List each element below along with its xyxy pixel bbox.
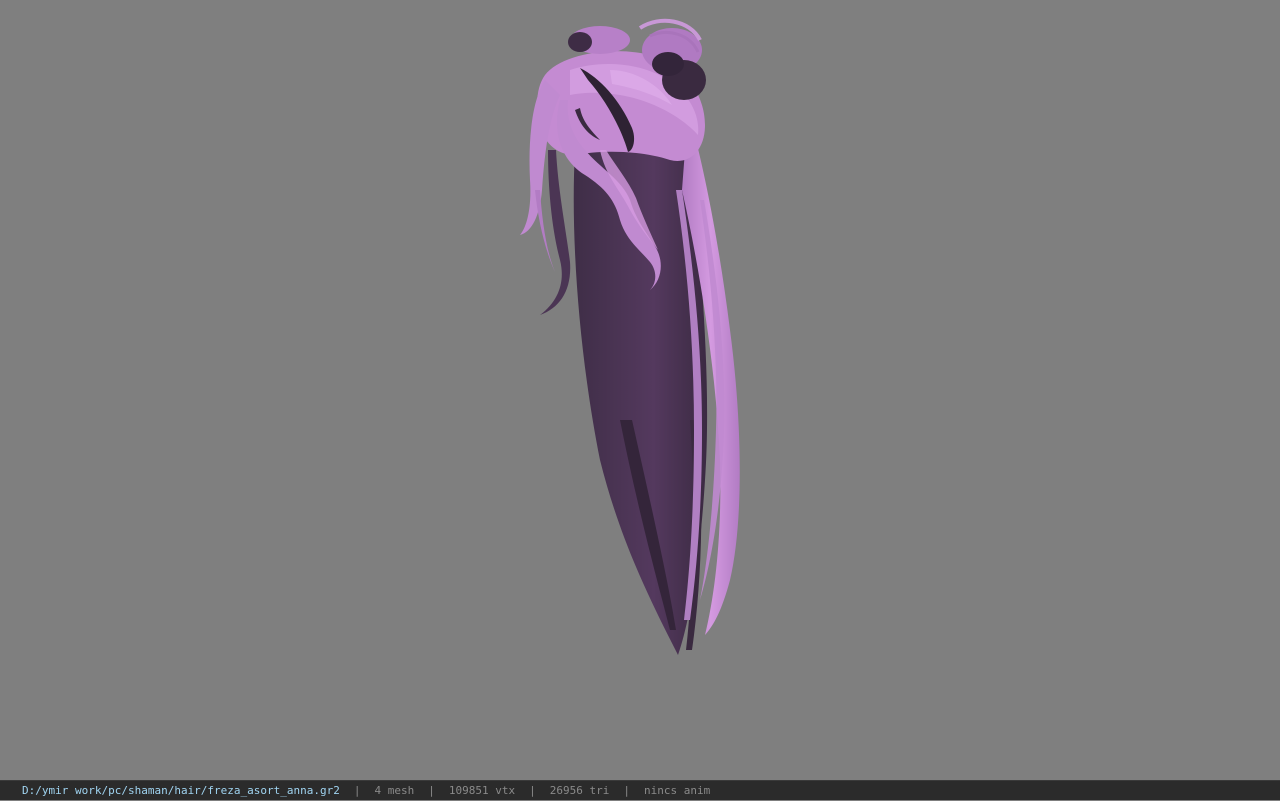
triangle-count: 26956 tri: [549, 783, 610, 797]
3d-viewport[interactable]: [0, 0, 1280, 780]
animation-status: nincs anim: [643, 783, 711, 797]
status-separator: |: [623, 783, 630, 797]
status-separator: |: [428, 783, 435, 797]
mesh-count: 4 mesh: [374, 783, 415, 797]
file-path-label: D:/ymir work/pc/shaman/hair/freza_asort_…: [22, 783, 340, 797]
status-bar: D:/ymir work/pc/shaman/hair/freza_asort_…: [0, 780, 1280, 800]
status-separator: |: [529, 783, 536, 797]
vertex-count: 109851 vtx: [448, 783, 516, 797]
status-separator: |: [353, 783, 361, 797]
hair-model: [520, 18, 740, 656]
